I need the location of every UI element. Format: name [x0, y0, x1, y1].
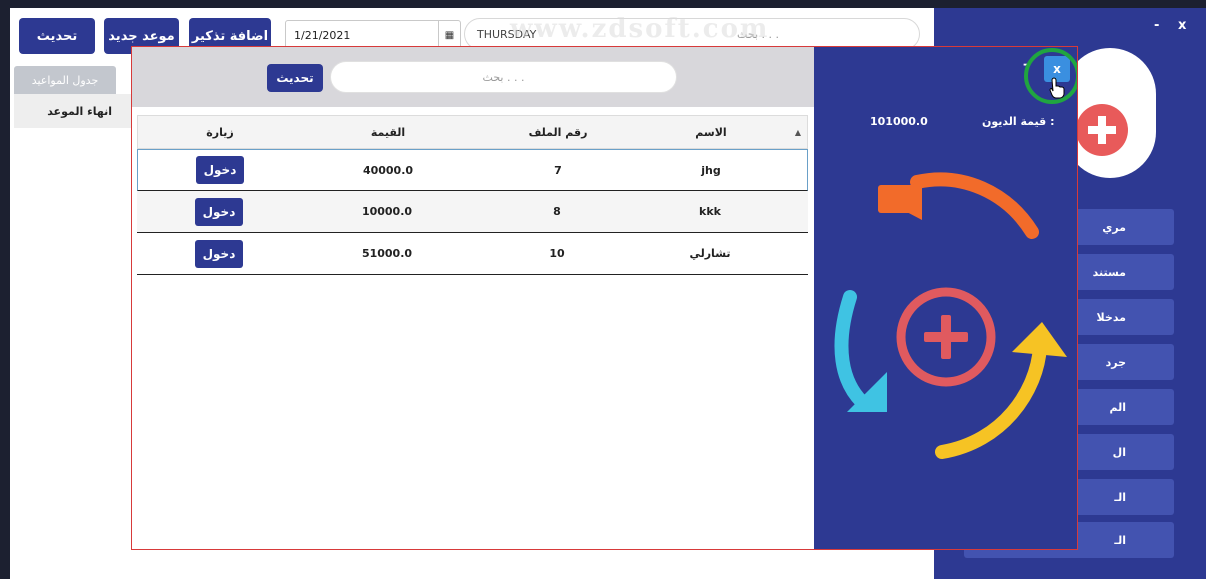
name-cell: تشارلي — [689, 247, 731, 260]
header-visit[interactable]: زيارة — [178, 116, 262, 148]
dialog-search-input[interactable]: بحث . . . — [330, 61, 677, 93]
calendar-icon[interactable]: ▦ — [438, 21, 460, 49]
date-value: 1/21/2021 — [294, 28, 351, 42]
enter-button[interactable]: دخول — [195, 239, 243, 268]
visit-cell: دخول — [177, 233, 261, 274]
name-cell: jhg — [701, 163, 721, 177]
dialog-content-panel: تحديث بحث . . . زيارة القيمة رقم الملف ا… — [132, 47, 814, 549]
window-minimize-button[interactable]: - — [1154, 18, 1159, 33]
table-header: زيارة القيمة رقم الملف الاسم ▲ — [137, 115, 808, 149]
file-number-cell: 10 — [549, 247, 565, 260]
refresh-cycle-icon — [834, 172, 1067, 459]
debt-total-label: قيمة الديون : — [982, 115, 1055, 128]
watermark: www.zdsoft.com — [510, 14, 770, 44]
table-row[interactable]: دخول 40000.0 7 jhg — [137, 149, 808, 191]
table-row[interactable]: دخول 51000.0 10 تشارلي — [137, 233, 808, 275]
header-value[interactable]: القيمة — [308, 116, 468, 148]
table-row[interactable]: دخول 10000.0 8 kkk — [137, 191, 808, 233]
dialog-refresh-button[interactable]: تحديث — [267, 64, 323, 92]
dialog-search-placeholder: بحث . . . — [482, 70, 525, 84]
value-cell: 10000.0 — [361, 205, 413, 218]
dialog-side-panel: - x قيمة الديون : 101000.0 — [814, 47, 1077, 549]
dialog-toolbar: تحديث بحث . . . — [132, 47, 814, 107]
debts-dialog: تحديث بحث . . . زيارة القيمة رقم الملف ا… — [131, 46, 1078, 550]
tab-appointments-schedule[interactable]: جدول المواعيد — [14, 66, 116, 94]
medical-cross-icon — [1076, 104, 1128, 156]
file-number-cell: 8 — [553, 205, 561, 218]
enter-button[interactable]: دخول — [196, 156, 244, 184]
header-file-number[interactable]: رقم الملف — [478, 116, 638, 148]
value-cell: 51000.0 — [361, 247, 413, 260]
end-appointment-item[interactable]: انهاء الموعد — [14, 94, 132, 128]
visit-cell: دخول — [177, 191, 261, 232]
file-number-cell: 7 — [554, 163, 562, 177]
header-name[interactable]: الاسم — [643, 116, 779, 148]
enter-button[interactable]: دخول — [195, 197, 243, 226]
value-cell: 40000.0 — [362, 163, 414, 177]
name-cell: kkk — [699, 205, 721, 218]
visit-cell: دخول — [178, 150, 262, 190]
sort-ascending-icon[interactable]: ▲ — [795, 128, 801, 137]
debts-table: زيارة القيمة رقم الملف الاسم ▲ دخول 4000… — [137, 115, 808, 275]
debt-total-value: 101000.0 — [870, 115, 928, 128]
background-refresh-button[interactable]: تحديث — [19, 18, 95, 54]
window-close-button[interactable]: x — [1178, 18, 1186, 33]
hand-cursor-icon — [1049, 77, 1065, 99]
